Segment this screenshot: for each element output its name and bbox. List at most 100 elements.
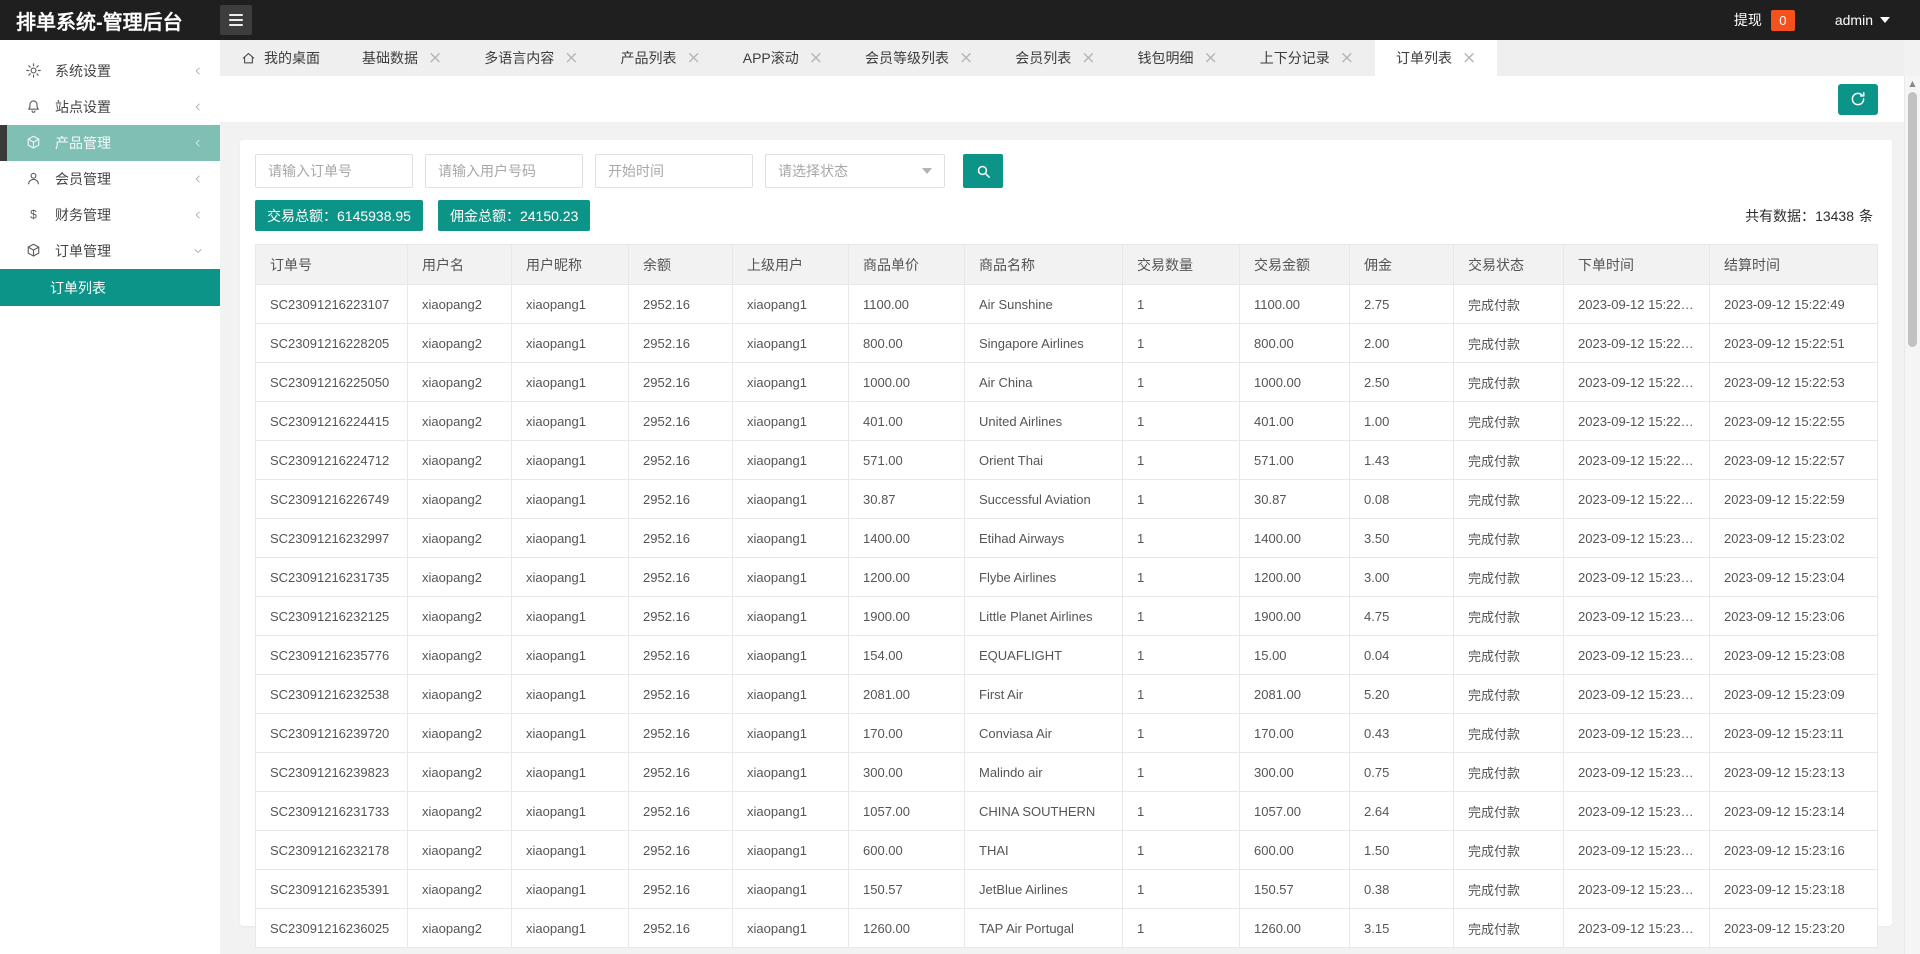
table-row: SC23091216239720xiaopang2xiaopang12952.1…	[256, 714, 1878, 753]
chevron-down-icon	[1880, 17, 1890, 23]
tab-close-icon[interactable]: ×	[1081, 50, 1095, 67]
refresh-icon	[1849, 90, 1867, 108]
cell-commission: 3.00	[1350, 558, 1454, 597]
sidebar-item-member-manage[interactable]: 会员管理	[0, 161, 220, 197]
menu-icon	[229, 14, 243, 26]
sidebar-item-system-settings[interactable]: 系统设置	[0, 53, 220, 89]
cell-status: 完成付款	[1454, 831, 1564, 870]
cell-order-time: 2023-09-12 15:23:14	[1564, 792, 1710, 831]
cell-unit-price: 300.00	[849, 753, 965, 792]
cell-balance: 2952.16	[629, 324, 733, 363]
order-no-input[interactable]	[255, 154, 413, 188]
scrollbar-thumb[interactable]	[1908, 92, 1917, 347]
cell-commission: 3.15	[1350, 909, 1454, 948]
tab-my-desktop[interactable]: 我的桌面	[220, 40, 341, 76]
tab-member-list[interactable]: 会员列表×	[994, 40, 1116, 76]
cell-balance: 2952.16	[629, 870, 733, 909]
cell-status: 完成付款	[1454, 714, 1564, 753]
cell-unit-price: 571.00	[849, 441, 965, 480]
cell-amount: 1900.00	[1240, 597, 1350, 636]
cell-order-time: 2023-09-12 15:22:48	[1564, 285, 1710, 324]
cell-balance: 2952.16	[629, 285, 733, 324]
withdraw-menu-item[interactable]: 提现 0	[1734, 10, 1795, 31]
cell-amount: 1200.00	[1240, 558, 1350, 597]
cell-amount: 401.00	[1240, 402, 1350, 441]
cell-status: 完成付款	[1454, 636, 1564, 675]
scroll-up-arrow-icon[interactable]: ▲	[1905, 76, 1920, 90]
status-select[interactable]: 请选择状态	[765, 154, 945, 188]
cell-parent-user: xiaopang1	[733, 831, 849, 870]
col-header-order-time: 下单时间	[1564, 245, 1710, 285]
filter-bar: 请选择状态	[255, 154, 1877, 188]
cell-order-time: 2023-09-12 15:22:50	[1564, 324, 1710, 363]
cell-settle-time: 2023-09-12 15:23:13	[1710, 753, 1878, 792]
cell-amount: 1000.00	[1240, 363, 1350, 402]
cell-order-time: 2023-09-12 15:22:54	[1564, 402, 1710, 441]
tab-order-list[interactable]: 订单列表×	[1375, 40, 1497, 76]
cell-order-time: 2023-09-12 15:22:56	[1564, 441, 1710, 480]
tab-close-icon[interactable]: ×	[1204, 50, 1218, 67]
cell-product-name: Singapore Airlines	[965, 324, 1123, 363]
cell-unit-price: 1000.00	[849, 363, 965, 402]
cell-parent-user: xiaopang1	[733, 285, 849, 324]
cell-parent-user: xiaopang1	[733, 753, 849, 792]
tab-label: 钱包明细	[1138, 48, 1194, 68]
tab-base-data[interactable]: 基础数据×	[341, 40, 463, 76]
trade-total-label: 交易总额：	[267, 206, 337, 226]
tab-close-icon[interactable]: ×	[1340, 50, 1354, 67]
cell-username: xiaopang2	[408, 675, 512, 714]
start-time-input[interactable]	[595, 154, 753, 188]
cell-quantity: 1	[1123, 441, 1240, 480]
cell-commission: 4.75	[1350, 597, 1454, 636]
cell-nickname: xiaopang1	[512, 909, 629, 948]
user-menu[interactable]: admin	[1835, 12, 1890, 28]
tab-wallet-detail[interactable]: 钱包明细 ×	[1117, 40, 1239, 76]
cell-username: xiaopang2	[408, 870, 512, 909]
svg-text:$: $	[30, 207, 37, 221]
cell-order-time: 2023-09-12 15:23:12	[1564, 753, 1710, 792]
cell-order-no: SC23091216232997	[256, 519, 408, 558]
tab-close-icon[interactable]: ×	[959, 50, 973, 67]
tab-multi-language[interactable]: 多语言内容×	[463, 40, 599, 76]
home-icon	[241, 51, 256, 66]
cell-amount: 150.57	[1240, 870, 1350, 909]
sidebar-subitem-order-list[interactable]: 订单列表	[0, 269, 220, 306]
cell-nickname: xiaopang1	[512, 402, 629, 441]
cell-username: xiaopang2	[408, 402, 512, 441]
cell-product-name: Flybe Airlines	[965, 558, 1123, 597]
cell-username: xiaopang2	[408, 285, 512, 324]
sidebar-item-finance-manage[interactable]: $财务管理	[0, 197, 220, 233]
tab-label: 会员等级列表	[865, 48, 949, 68]
cell-balance: 2952.16	[629, 441, 733, 480]
tab-close-icon[interactable]: ×	[809, 50, 823, 67]
tab-close-icon[interactable]: ×	[564, 50, 578, 67]
tab-updown-record[interactable]: 上下分记录×	[1239, 40, 1375, 76]
cell-unit-price: 1057.00	[849, 792, 965, 831]
tab-close-icon[interactable]: ×	[428, 50, 442, 67]
tab-close-icon[interactable]: ×	[1462, 50, 1476, 67]
vertical-scrollbar[interactable]: ▲	[1904, 76, 1920, 954]
tab-member-level-list[interactable]: 会员等级列表 ×	[844, 40, 994, 76]
tab-product-list[interactable]: 产品列表×	[600, 40, 722, 76]
cell-settle-time: 2023-09-12 15:22:49	[1710, 285, 1878, 324]
sidebar-item-site-settings[interactable]: 站点设置	[0, 89, 220, 125]
cell-status: 完成付款	[1454, 753, 1564, 792]
cell-nickname: xiaopang1	[512, 597, 629, 636]
cell-product-name: EQUAFLIGHT	[965, 636, 1123, 675]
refresh-button[interactable]	[1838, 84, 1878, 115]
tab-app-scroll[interactable]: APP滚动×	[722, 40, 844, 76]
tab-close-icon[interactable]: ×	[687, 50, 701, 67]
cell-parent-user: xiaopang1	[733, 441, 849, 480]
sidebar-item-product-manage[interactable]: 产品管理	[0, 125, 220, 161]
cell-username: xiaopang2	[408, 441, 512, 480]
cell-commission: 3.50	[1350, 519, 1454, 558]
cell-quantity: 1	[1123, 597, 1240, 636]
cell-order-no: SC23091216223107	[256, 285, 408, 324]
withdraw-count-badge: 0	[1771, 10, 1795, 31]
search-button[interactable]	[963, 154, 1003, 188]
sidebar-toggle-button[interactable]	[220, 5, 252, 35]
sidebar-item-order-manage[interactable]: 订单管理	[0, 233, 220, 269]
cell-username: xiaopang2	[408, 519, 512, 558]
chevron-left-icon	[192, 209, 204, 221]
user-no-input[interactable]	[425, 154, 583, 188]
